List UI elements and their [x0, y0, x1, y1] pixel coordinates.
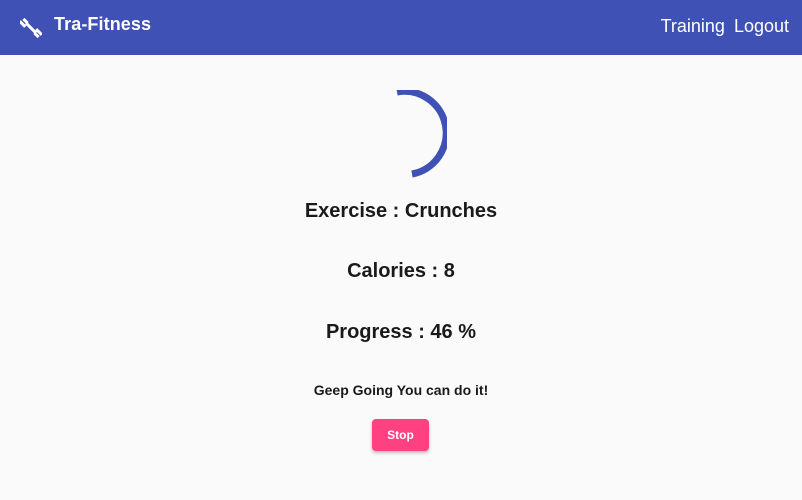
top-nav: Training Logout [661, 16, 789, 37]
app-title[interactable]: Tra-Fitness [54, 14, 151, 35]
progress-spinner [377, 87, 450, 180]
nav-training-link[interactable]: Training [661, 16, 725, 37]
nav-logout-link[interactable]: Logout [734, 16, 789, 37]
stop-button[interactable]: Stop [372, 419, 429, 451]
app-toolbar: Tra-Fitness Training Logout [0, 0, 802, 55]
fitness-dumbbell-icon [18, 17, 43, 39]
progress-percent: Progress : 46 % [325, 321, 477, 343]
calories-count: Calories : 8 [347, 260, 455, 282]
encouragement-text: Geep Going You can do it! [313, 382, 489, 398]
exercise-name: Exercise : Crunches [304, 200, 498, 222]
